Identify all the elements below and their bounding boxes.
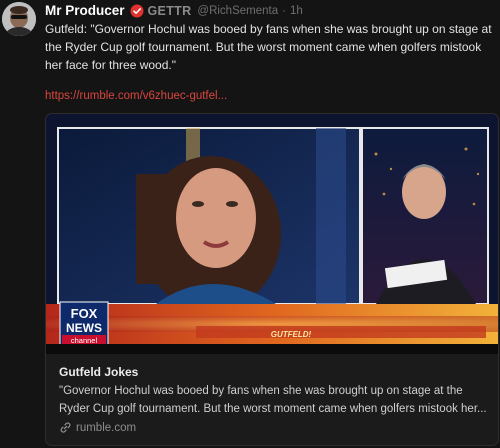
platform-label: GETTR <box>147 3 192 18</box>
separator-dot: · <box>282 4 286 17</box>
show-label: GUTFELD! <box>271 330 312 339</box>
avatar-image <box>2 2 36 36</box>
timestamp[interactable]: 1h <box>290 5 303 17</box>
network-logo-news: NEWS <box>66 321 102 335</box>
card-domain[interactable]: rumble.com <box>59 421 136 434</box>
post-link[interactable]: https://rumble.com/v6zhuec-gutfel... <box>45 90 227 102</box>
video-thumbnail[interactable]: FOX NEWS channel GUTFELD! <box>46 114 498 354</box>
thumbnail-image: FOX NEWS channel GUTFELD! <box>46 114 498 354</box>
author-name[interactable]: Mr Producer <box>45 3 125 18</box>
network-logo-fox: FOX <box>71 306 98 321</box>
avatar[interactable] <box>2 2 36 36</box>
card-domain-label: rumble.com <box>76 421 137 434</box>
post-text: Gutfeld: "Governor Hochul was booed by f… <box>45 22 492 72</box>
network-logo-channel: channel <box>71 336 98 345</box>
verified-badge-icon <box>130 4 144 18</box>
post-header: Mr Producer GETTR @RichSementa · 1h <box>45 3 303 18</box>
link-icon <box>59 421 72 434</box>
card-description: "Governor Hochul was booed by fans when … <box>59 385 487 415</box>
link-preview-card[interactable]: FOX NEWS channel GUTFELD! Gutfeld Jokes … <box>45 113 499 446</box>
card-title[interactable]: Gutfeld Jokes <box>59 365 138 379</box>
author-handle[interactable]: @RichSementa <box>197 5 278 17</box>
gettr-post: Mr Producer GETTR @RichSementa · 1h Gutf… <box>0 0 500 448</box>
